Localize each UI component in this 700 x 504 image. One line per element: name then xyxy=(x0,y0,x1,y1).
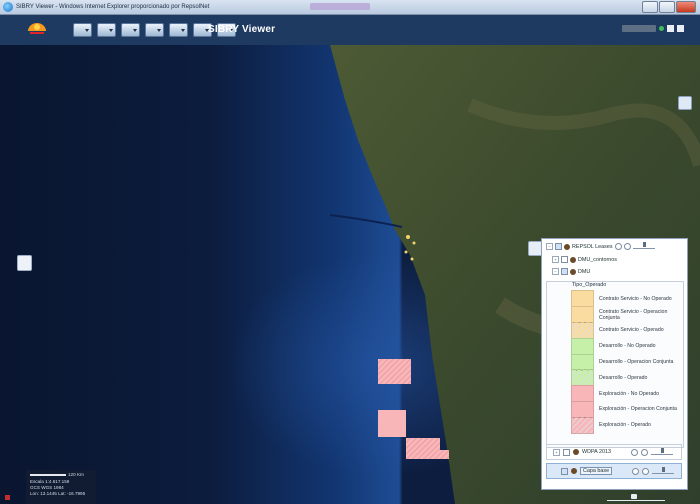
close-button[interactable] xyxy=(676,1,696,13)
expand-icon[interactable]: − xyxy=(552,268,559,275)
info-icon[interactable] xyxy=(640,448,648,456)
info-icon[interactable] xyxy=(623,243,631,250)
window-controls xyxy=(642,1,696,13)
legend-swatch xyxy=(571,337,594,355)
layer-legend-panel: − REPSOL Leases + DMU_contornos − DMU Ti… xyxy=(541,238,688,490)
layer-checkbox[interactable] xyxy=(561,256,568,263)
layer-icon xyxy=(570,256,576,263)
legend-symbol-row: Contrato Servicio - Operacion Conjunta xyxy=(571,306,679,324)
opacity-slider[interactable] xyxy=(632,242,655,249)
user-name-blurred xyxy=(622,25,656,32)
window-title: SIBRY Viewer - Windows Internet Explorer… xyxy=(16,4,210,10)
minimize-button[interactable] xyxy=(642,1,658,13)
legend-symbol-label: Contrato Servicio - Operacion Conjunta xyxy=(599,308,668,321)
time-slider[interactable] xyxy=(607,494,665,501)
legend-symbol-row: Desarrollo - Operado xyxy=(571,369,679,387)
tools-panel-toggle-icon[interactable] xyxy=(17,255,32,271)
layer-row-capa-base[interactable]: Capa base xyxy=(546,463,682,479)
legend-symbol-row: Exploración - Operado xyxy=(571,416,679,434)
expand-icon[interactable]: + xyxy=(553,448,560,456)
visibility-icon[interactable] xyxy=(630,448,638,456)
layer-name: Capa base xyxy=(580,467,613,475)
legend-symbol-label: Desarrollo - No Operado xyxy=(599,343,656,350)
repsol-logo xyxy=(28,23,46,34)
info-icon[interactable] xyxy=(642,467,650,475)
legend-swatch xyxy=(571,322,594,339)
help-icon[interactable] xyxy=(667,25,674,32)
legend-symbol-row: Contrato Servicio - No Operado xyxy=(571,290,679,308)
legend-symbol-label: Contrato Servicio - No Operado xyxy=(599,295,672,302)
ie-icon xyxy=(3,2,13,12)
opacity-slider[interactable] xyxy=(650,447,673,455)
identify-tool-icon[interactable] xyxy=(97,23,116,37)
layer-checkbox[interactable] xyxy=(561,268,568,275)
layer-name: WDPA 2013 xyxy=(582,449,611,455)
layer-name: DMU xyxy=(578,268,591,275)
legend-swatch xyxy=(571,353,594,371)
layer-icon xyxy=(570,268,576,275)
legend-symbol-label: Desarrollo - Operacion Conjunta xyxy=(599,359,674,366)
window-titlebar: SIBRY Viewer - Windows Internet Explorer… xyxy=(0,0,700,15)
legend-swatch xyxy=(571,369,594,387)
status-dot-icon xyxy=(659,26,664,31)
layer-row-dmu-contornos[interactable]: + DMU_contornos xyxy=(552,254,617,265)
legend-symbol-row: Desarrollo - Operacion Conjunta xyxy=(571,353,679,371)
legend-symbol-label: Desarrollo - Operado xyxy=(599,374,648,381)
legend-symbol-row: Exploración - No Operado xyxy=(571,385,679,403)
expand-icon[interactable]: − xyxy=(546,243,553,250)
layer-checkbox[interactable] xyxy=(563,448,570,456)
lease-block-b xyxy=(378,410,406,437)
legend-symbol-label: Exploración - Operacion Conjunta xyxy=(599,406,677,413)
measure-tool-icon[interactable] xyxy=(145,23,164,37)
legend-symbol-row: Exploración - Operacion Conjunta xyxy=(571,400,679,418)
coordinates-readout: Lon: 13.1445 Lat: -16.7995 xyxy=(30,491,86,496)
legend-symbol-label: Exploración - No Operado xyxy=(599,390,659,397)
legend-symbol-row: Desarrollo - No Operado xyxy=(571,337,679,355)
app-toolbar: SIBRY Viewer xyxy=(0,15,700,45)
legend-swatch xyxy=(571,416,594,434)
layer-row-dmu[interactable]: − DMU xyxy=(552,266,590,277)
select-tool-icon[interactable] xyxy=(121,23,140,37)
zoom-full-extent-icon[interactable] xyxy=(678,96,692,110)
visibility-icon[interactable] xyxy=(614,243,622,250)
expand-icon[interactable]: + xyxy=(552,256,559,263)
logout-icon[interactable] xyxy=(677,25,684,32)
scale-bar-label: 120 Km xyxy=(68,472,84,477)
layer-checkbox[interactable] xyxy=(561,467,568,475)
time-slider-knob[interactable] xyxy=(631,494,637,499)
opacity-slider[interactable] xyxy=(652,466,675,474)
print-tool-icon[interactable] xyxy=(169,23,188,37)
layers-tool-icon[interactable] xyxy=(73,23,92,37)
app-title: SIBRY Viewer xyxy=(208,24,276,35)
legend-group-title: Tipo_Operado xyxy=(572,282,607,288)
layer-checkbox[interactable] xyxy=(555,243,562,250)
browser-tab-strip[interactable] xyxy=(310,3,370,10)
status-marker-icon xyxy=(5,495,10,500)
lease-block-a xyxy=(378,359,411,384)
lease-block-c xyxy=(406,438,449,459)
legend-symbol-label: Contrato Servicio - Operado xyxy=(599,327,664,334)
legend-symbol-row: Contrato Servicio - Operado xyxy=(571,322,679,339)
legend-swatch xyxy=(571,290,594,308)
legend-swatch xyxy=(571,385,594,403)
layer-icon xyxy=(573,449,579,455)
layer-name: REPSOL Leases xyxy=(572,243,613,250)
layer-icon xyxy=(571,468,577,474)
legend-symbol-label: Exploración - Operado xyxy=(599,422,651,429)
layer-name: DMU_contornos xyxy=(578,256,617,263)
layer-row-repsol-leases[interactable]: − REPSOL Leases xyxy=(546,241,655,252)
user-area xyxy=(622,25,684,32)
legend-symbol-list: Contrato Servicio - No Operado Contrato S… xyxy=(571,290,679,434)
legend-swatch xyxy=(571,400,594,418)
scale-bar xyxy=(30,474,66,476)
layer-icon xyxy=(564,243,570,250)
legend-swatch xyxy=(571,306,594,324)
visibility-icon[interactable] xyxy=(632,467,640,475)
scale-coordinates-box: 120 Km Escala 1:4.617.159 GCS WGS 1984 L… xyxy=(26,470,96,504)
layer-row-wdpa[interactable]: + WDPA 2013 xyxy=(546,444,682,460)
maximize-button[interactable] xyxy=(659,1,675,13)
